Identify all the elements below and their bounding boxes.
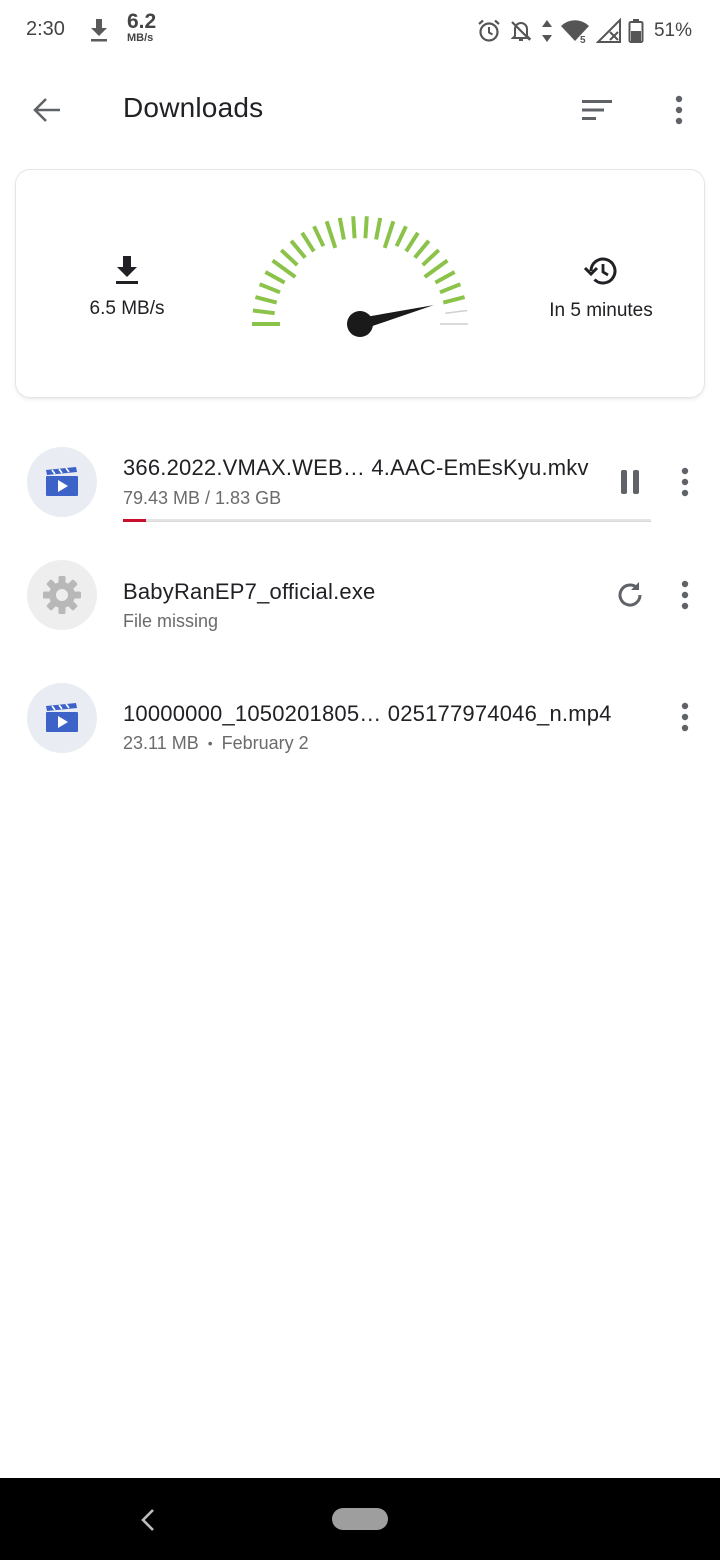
history-icon [583, 257, 617, 285]
current-speed: 6.5 MB/s [56, 254, 198, 320]
app-bar: Downloads [0, 62, 720, 158]
list-item[interactable]: BabyRanEP7_official.exe File missing [0, 543, 720, 653]
signal-icon [595, 18, 622, 44]
nav-home-pill[interactable] [332, 1508, 388, 1530]
page-title: Downloads [123, 92, 264, 123]
video-file-icon [46, 467, 78, 496]
gauge-tick [312, 225, 326, 248]
svg-text:5: 5 [580, 35, 586, 44]
file-name: BabyRanEP7_official.exe [123, 579, 376, 604]
status-bar: 2:30 6.2 MB/s 5 51% [0, 0, 720, 62]
pause-icon [621, 470, 639, 494]
download-icon [88, 16, 110, 44]
progress-bar [123, 519, 651, 522]
data-arrows-icon [540, 18, 554, 44]
file-type-avatar [27, 447, 97, 517]
gauge-tick [300, 231, 316, 253]
file-meta: 23.11 MB • February 2 [123, 733, 309, 754]
more-options-button[interactable] [658, 88, 700, 132]
gauge-tick [264, 270, 286, 285]
gauge-tick [442, 295, 466, 305]
speed-card: 6.5 MB/s In 5 minutes [16, 170, 704, 397]
current-speed-label: 6.5 MB/s [89, 298, 165, 319]
list-item[interactable]: 10000000_1050201805… 025177974046_n.mp4 … [0, 665, 720, 775]
gauge-tick [439, 282, 462, 295]
file-type-avatar [27, 560, 97, 630]
status-speed-value: 6.2 [127, 10, 157, 33]
status-icons: 5 51% [476, 16, 692, 46]
gauge-tick [337, 217, 346, 240]
eta-label: In 5 minutes [549, 300, 653, 321]
file-name: 10000000_1050201805… 025177974046_n.mp4 [123, 701, 612, 726]
gauge-tick [254, 295, 278, 305]
status-speed-unit: MB/s [127, 32, 154, 44]
gauge-tick [324, 220, 338, 249]
gauge-tick [258, 282, 281, 295]
chevron-left-icon [141, 1509, 154, 1531]
gauge-tick [423, 258, 449, 279]
more-vert-icon [681, 467, 689, 497]
status-time: 2:30 [26, 18, 65, 40]
gauge-tick [351, 216, 357, 239]
battery-percent: 51% [653, 20, 692, 41]
notifications-off-icon [508, 18, 534, 44]
item-more-button[interactable] [664, 460, 706, 504]
status-speed: 6.2 MB/s [127, 11, 167, 44]
gauge-tick [271, 258, 297, 279]
gauge-tick [404, 231, 420, 253]
file-progress-text: 79.43 MB / 1.83 GB [123, 488, 282, 508]
nav-back-button[interactable] [130, 1500, 166, 1540]
alarm-icon [476, 18, 502, 44]
battery-icon [628, 18, 644, 44]
progress-fill [123, 519, 146, 522]
file-status: File missing [123, 611, 219, 631]
video-file-icon [46, 703, 78, 732]
separator-dot: • [207, 735, 213, 751]
eta: In 5 minutes [526, 254, 676, 322]
sort-icon [582, 100, 612, 120]
back-button[interactable] [22, 88, 72, 132]
file-type-avatar [27, 683, 97, 753]
gauge-tick [289, 239, 307, 259]
speed-gauge [252, 216, 468, 337]
settings-gear-icon [43, 576, 81, 614]
file-name: 366.2022.VMAX.WEB… 4.AAC-EmEsKyu.mkv [123, 455, 589, 480]
retry-icon [618, 582, 642, 607]
more-vert-icon [675, 95, 683, 125]
retry-button[interactable] [608, 573, 652, 617]
file-size: 23.11 MB [123, 733, 199, 753]
gauge-hub [347, 311, 373, 337]
gauge-tick [374, 217, 383, 240]
gauge-tick [434, 270, 456, 285]
gauge-tick [252, 308, 275, 316]
pause-button[interactable] [608, 460, 652, 504]
gauge-tick [394, 225, 408, 248]
item-more-button[interactable] [664, 573, 706, 617]
sort-button[interactable] [574, 88, 620, 132]
file-date: February 2 [221, 733, 309, 753]
arrow-back-icon [33, 98, 60, 122]
more-vert-icon [681, 580, 689, 610]
gauge-tick [279, 248, 299, 267]
gauge-tick [382, 220, 396, 249]
gauge-tick [413, 239, 431, 259]
item-more-button[interactable] [664, 695, 706, 739]
list-item[interactable]: 366.2022.VMAX.WEB… 4.AAC-EmEsKyu.mkv 79.… [0, 420, 720, 530]
more-vert-icon [681, 702, 689, 732]
gauge-tick [445, 309, 468, 314]
gauge-tick [363, 216, 369, 239]
system-nav-bar [0, 1478, 720, 1560]
download-icon [116, 256, 138, 284]
gauge-tick [421, 248, 441, 267]
wifi-icon: 5 [560, 18, 590, 44]
screen: 2:30 6.2 MB/s 5 51% Downloads 6.5 MB/s I… [0, 0, 720, 1560]
